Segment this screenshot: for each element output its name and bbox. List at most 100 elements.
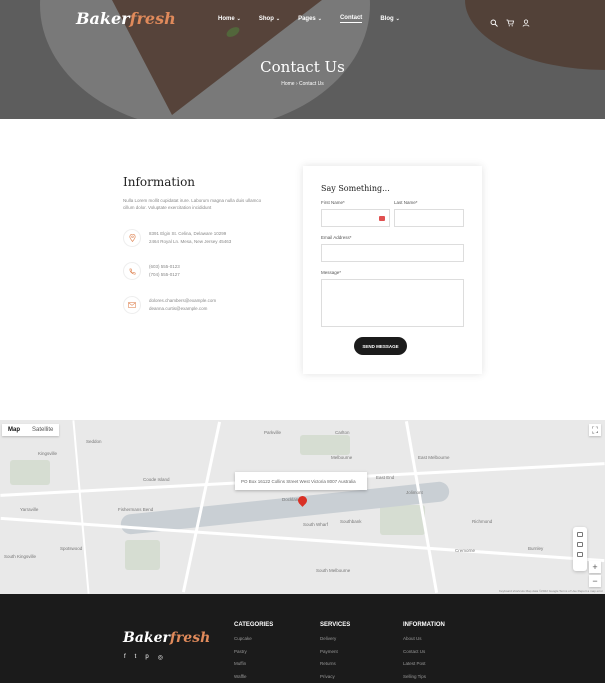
information-title: Information bbox=[123, 175, 196, 189]
information-section: Information Nulla Lorem mollit cupidatat… bbox=[123, 175, 273, 211]
form-title: Say Something... bbox=[321, 184, 390, 193]
page-title: Contact Us bbox=[260, 58, 345, 76]
first-name-field[interactable] bbox=[321, 209, 390, 227]
map-label: Cremorne bbox=[455, 548, 476, 553]
chevron-down-icon: ⌄ bbox=[395, 16, 400, 22]
facebook-icon[interactable]: f bbox=[124, 654, 126, 661]
map-label: Burnley bbox=[528, 546, 544, 551]
map-label: South Melbourne bbox=[316, 568, 351, 573]
map-park bbox=[380, 505, 425, 535]
nav-item-pages[interactable]: Pages ⌄ bbox=[298, 15, 322, 23]
main-nav: Home ⌄ Shop ⌄ Pages ⌄ Contact Blog ⌄ bbox=[218, 15, 418, 23]
mail-icon bbox=[123, 296, 141, 314]
footer-link[interactable]: Cupcake bbox=[234, 636, 273, 641]
map-park bbox=[125, 540, 160, 570]
instagram-icon[interactable]: ◎ bbox=[158, 654, 163, 661]
contact-phone-row: (603) 555-0123 (704) 555-0127 bbox=[123, 262, 180, 280]
phone-icon bbox=[123, 262, 141, 280]
contact-address-row: 8391 Elgin St. Celina, Delaware 10299 24… bbox=[123, 229, 231, 247]
user-icon[interactable] bbox=[522, 14, 530, 27]
map-label: Fishermans Bend bbox=[118, 507, 154, 512]
nav-label: Blog bbox=[380, 16, 394, 22]
email-label: Email Address* bbox=[321, 235, 352, 240]
nav-item-home[interactable]: Home ⌄ bbox=[218, 15, 241, 23]
contact-email-row: dolores.chambers@example.com deanna.curt… bbox=[123, 296, 216, 314]
hero-banner: Bakerfresh Home ⌄ Shop ⌄ Pages ⌄ Contact Bl… bbox=[0, 0, 605, 119]
twitter-icon[interactable]: t bbox=[135, 654, 137, 661]
nav-item-blog[interactable]: Blog ⌄ bbox=[380, 15, 400, 23]
address-text: 8391 Elgin St. Celina, Delaware 10299 24… bbox=[149, 230, 231, 246]
email-line-1[interactable]: dolores.chambers@example.com bbox=[149, 297, 216, 305]
contact-form: Say Something... First Name* Last Name* … bbox=[303, 166, 482, 374]
footer-column-title: CATEGORIES bbox=[234, 622, 274, 628]
zoom-out-button[interactable]: − bbox=[589, 575, 601, 587]
footer-logo[interactable]: Bakerfresh bbox=[123, 630, 210, 646]
search-icon[interactable] bbox=[490, 14, 498, 27]
widget-icon[interactable] bbox=[577, 532, 583, 537]
footer-column-title: INFORMATION bbox=[403, 622, 445, 628]
map-tab-satellite[interactable]: Satellite bbox=[26, 424, 59, 436]
map-label: Spotswood bbox=[60, 546, 83, 551]
phone-line-2[interactable]: (704) 555-0127 bbox=[149, 271, 180, 279]
footer-column-services: SERVICES Delivery Payment Returns Privac… bbox=[320, 622, 350, 686]
footer-link[interactable]: Returns bbox=[320, 661, 350, 666]
footer-link[interactable]: Pastry bbox=[234, 649, 273, 654]
zoom-in-button[interactable]: + bbox=[589, 561, 601, 573]
logo-accent: fresh bbox=[129, 9, 176, 28]
map-label: Southbank bbox=[340, 519, 362, 524]
information-description: Nulla Lorem mollit cupidatat irure. Labo… bbox=[123, 198, 262, 210]
nav-label: Pages bbox=[298, 16, 316, 22]
map-label: Melbourne bbox=[331, 455, 353, 460]
logo[interactable]: Bakerfresh bbox=[76, 9, 176, 28]
map-label: East Melbourne bbox=[418, 455, 450, 460]
message-textarea[interactable] bbox=[321, 279, 464, 327]
message-label: Message* bbox=[321, 270, 342, 275]
map-label: Carlton bbox=[335, 430, 350, 435]
map-label: Richmond bbox=[472, 519, 493, 524]
footer-link[interactable]: Privacy bbox=[320, 674, 350, 679]
address-line-1: 8391 Elgin St. Celina, Delaware 10299 bbox=[149, 231, 227, 236]
footer-link[interactable]: Contact Us bbox=[403, 649, 445, 654]
social-links: f t p ◎ bbox=[124, 654, 163, 661]
pinterest-icon[interactable]: p bbox=[145, 654, 148, 661]
footer-link[interactable]: Payment bbox=[320, 649, 350, 654]
location-pin-icon bbox=[123, 229, 141, 247]
footer-link[interactable]: About Us bbox=[403, 636, 445, 641]
footer-link[interactable]: Delivery bbox=[320, 636, 350, 641]
map-tab-map[interactable]: Map bbox=[2, 424, 26, 436]
widget-icon[interactable] bbox=[577, 552, 583, 557]
map-label: Kingsville bbox=[38, 451, 58, 456]
map-label: Parkville bbox=[264, 430, 282, 435]
last-name-field[interactable] bbox=[394, 209, 464, 227]
breadcrumb[interactable]: Home › Contact Us bbox=[0, 81, 605, 87]
email-line-2[interactable]: deanna.curtis@example.com bbox=[149, 305, 216, 313]
floating-contact-widget[interactable] bbox=[573, 527, 587, 571]
footer-link[interactable]: Muffin bbox=[234, 661, 273, 666]
autofill-icon[interactable] bbox=[379, 216, 385, 221]
footer-column-title: SERVICES bbox=[320, 622, 351, 628]
map-attribution[interactable]: Keyboard shortcuts Map data ©2022 Google… bbox=[499, 589, 603, 593]
phone-line-1[interactable]: (603) 555-0123 bbox=[149, 263, 180, 271]
header-icons bbox=[490, 14, 530, 27]
footer-column-information: INFORMATION About Us Contact Us Latest P… bbox=[403, 622, 445, 686]
last-name-label: Last Name* bbox=[394, 200, 418, 205]
email-field[interactable] bbox=[321, 244, 464, 262]
widget-icon[interactable] bbox=[577, 542, 583, 547]
map-type-toggle: Map Satellite bbox=[2, 424, 60, 436]
nav-item-shop[interactable]: Shop ⌄ bbox=[259, 15, 280, 23]
email-text: dolores.chambers@example.com deanna.curt… bbox=[149, 297, 216, 313]
first-name-label: First Name* bbox=[321, 200, 345, 205]
map-label: South Wharf bbox=[303, 522, 329, 527]
map-label: South Kingsville bbox=[4, 554, 37, 559]
footer-column-categories: CATEGORIES Cupcake Pastry Muffin Waffle bbox=[234, 622, 273, 686]
send-message-button[interactable]: SEND MESSAGE bbox=[354, 337, 407, 355]
footer-link[interactable]: Latest Post bbox=[403, 661, 445, 666]
logo-accent: fresh bbox=[169, 630, 211, 646]
footer-link[interactable]: Waffle bbox=[234, 674, 273, 679]
footer-link[interactable]: Selling Tips bbox=[403, 674, 445, 679]
nav-item-contact[interactable]: Contact bbox=[339, 15, 363, 23]
fullscreen-icon[interactable]: ⛶ bbox=[589, 424, 601, 436]
cart-icon[interactable] bbox=[506, 14, 515, 27]
map-road bbox=[72, 420, 90, 594]
google-map[interactable]: Seddon Kingsville Yarraville Spotswood S… bbox=[0, 420, 605, 594]
